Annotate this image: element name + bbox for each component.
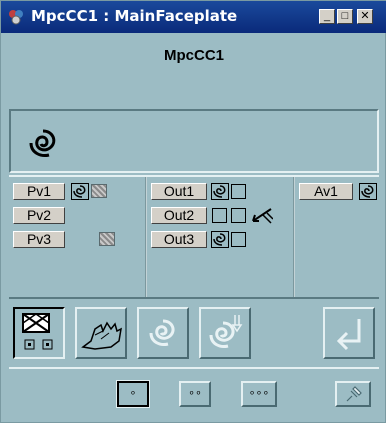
view-small-button[interactable]: ∘ xyxy=(116,380,150,408)
faceplate-title: MpcCC1 xyxy=(163,47,224,64)
app-icon xyxy=(9,10,23,25)
view-medium-button[interactable]: ∘∘ xyxy=(179,381,211,407)
hand-icon xyxy=(81,321,122,350)
view-large-button[interactable]: ∘∘∘ xyxy=(241,381,277,407)
pin-icon xyxy=(346,386,362,402)
title-bar[interactable]: MpcCC1 : MainFaceplate _ □ ✕ xyxy=(1,1,386,33)
mode-button-bar xyxy=(9,297,379,369)
pv1-status-indicator xyxy=(91,184,107,198)
cascade-mode-button[interactable] xyxy=(199,307,251,359)
out1-swirl-icon xyxy=(211,183,229,200)
minimize-button[interactable]: _ xyxy=(319,9,335,24)
pv2-button[interactable]: Pv2 xyxy=(13,207,65,224)
out2-button[interactable]: Out2 xyxy=(151,207,207,224)
out3-swirl-icon xyxy=(211,231,229,248)
pv1-button[interactable]: Pv1 xyxy=(13,183,65,200)
status-panel xyxy=(9,109,379,173)
crossed-envelope-icon xyxy=(22,313,53,350)
av1-swirl-icon xyxy=(359,183,377,200)
out3-button[interactable]: Out3 xyxy=(151,231,207,248)
pv1-swirl-icon xyxy=(71,183,89,200)
enter-arrow-icon xyxy=(336,319,361,351)
enter-button[interactable] xyxy=(323,307,375,359)
swirl-icon xyxy=(149,319,175,346)
column-divider xyxy=(145,177,147,299)
pin-button[interactable] xyxy=(335,381,371,407)
maximize-button[interactable]: □ xyxy=(337,9,353,24)
swirl-plug-icon xyxy=(209,315,243,348)
out2-mode-box xyxy=(212,208,227,223)
limit-arrow-icon xyxy=(252,208,273,224)
window-title: MpcCC1 : MainFaceplate xyxy=(31,7,238,25)
manual-mode-button[interactable] xyxy=(75,307,127,359)
out1-status-box xyxy=(231,184,246,199)
mpc-swirl-icon xyxy=(29,129,56,157)
disabled-mode-button[interactable] xyxy=(13,307,65,359)
out3-status-box xyxy=(231,232,246,247)
column-divider xyxy=(293,177,295,299)
faceplate-window: MpcCC1 : MainFaceplate _ □ ✕ MpcCC1 Pv1 … xyxy=(0,0,386,423)
pv3-button[interactable]: Pv3 xyxy=(13,231,65,248)
auto-mode-button[interactable] xyxy=(137,307,189,359)
close-button[interactable]: ✕ xyxy=(357,9,373,24)
out1-button[interactable]: Out1 xyxy=(151,183,207,200)
signal-area: Pv1 Pv2 Pv3 Out1 Out2 Out3 Av1 xyxy=(9,175,379,299)
av1-button[interactable]: Av1 xyxy=(299,183,353,200)
pv3-status-indicator xyxy=(99,232,115,246)
out2-status-box xyxy=(231,208,246,223)
